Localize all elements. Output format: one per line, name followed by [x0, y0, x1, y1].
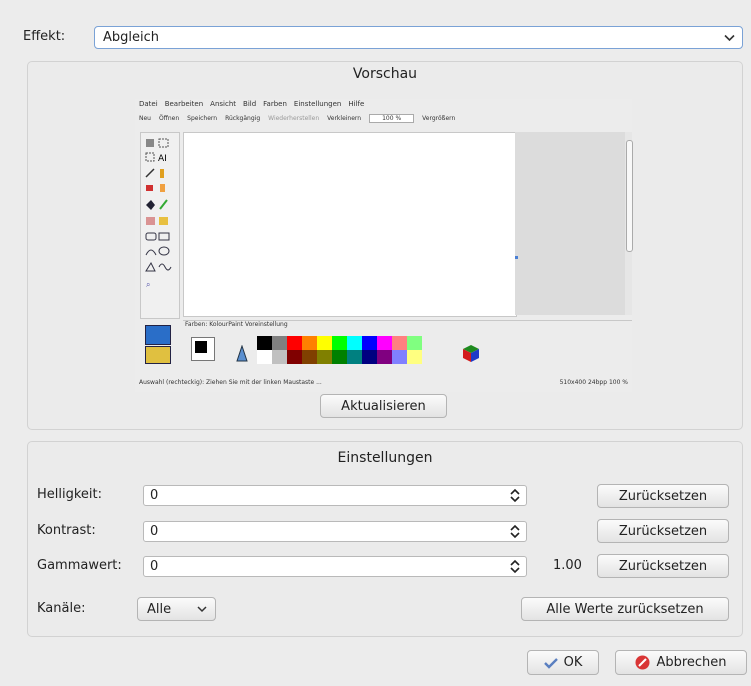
palette-swatch	[272, 336, 287, 350]
preview-canvas-bg	[515, 132, 625, 315]
preview-toolbar-item: Rückgängig	[225, 115, 261, 122]
ok-button[interactable]: OK	[527, 650, 599, 675]
gamma-spinbox[interactable]: 0	[143, 556, 527, 577]
update-button-label: Aktualisieren	[341, 398, 426, 414]
svg-text:⌕: ⌕	[146, 280, 150, 289]
reset-button-label: Zurücksetzen	[618, 488, 708, 504]
ok-label: OK	[563, 655, 583, 670]
palette-swatch	[257, 350, 272, 364]
channels-combobox[interactable]: Alle	[137, 597, 216, 621]
preview-menubar: Datei Bearbeiten Ansicht Bild Farben Ein…	[139, 100, 364, 108]
preview-toolbar-item: Speichern	[187, 115, 218, 122]
palette-swatch	[317, 336, 332, 350]
preview-zoom-field: 100 %	[369, 114, 415, 123]
palette-swatch	[377, 336, 392, 350]
contrast-label: Kontrast:	[37, 523, 96, 538]
preview-statusbar: Auswahl (rechteckig): Ziehen Sie mit der…	[135, 379, 632, 391]
gamma-label: Gammawert:	[37, 558, 122, 573]
cancel-label: Abbrechen	[656, 655, 727, 670]
preview-menu-item: Hilfe	[348, 100, 365, 108]
settings-title: Einstellungen	[337, 450, 433, 466]
palette-swatch	[287, 350, 302, 364]
preview-thumbnail	[145, 346, 171, 364]
channels-label: Kanäle:	[37, 601, 86, 616]
palette-swatch	[407, 350, 422, 364]
palette-swatch	[257, 336, 272, 350]
palette-swatch	[362, 350, 377, 364]
spin-arrows-icon	[510, 524, 520, 539]
effekt-value: Abgleich	[103, 30, 160, 45]
tool-icons: AI ⌕	[145, 138, 172, 289]
palette-swatch	[317, 350, 332, 364]
preview-toolbar-item: Öffnen	[158, 115, 180, 122]
gamma-extra: 1.00	[553, 558, 582, 573]
gamma-reset-button[interactable]: Zurücksetzen	[597, 554, 729, 578]
reset-all-button[interactable]: Alle Werte zurücksetzen	[521, 597, 729, 621]
palette-swatch	[332, 336, 347, 350]
brightness-value: 0	[150, 488, 159, 503]
palette-swatch	[407, 336, 422, 350]
chevron-down-icon	[197, 606, 207, 613]
brightness-spinbox[interactable]: 0	[143, 485, 527, 506]
preview-canvas	[183, 132, 517, 317]
preview-menu-item: Ansicht	[210, 100, 237, 108]
palette-swatch	[302, 336, 317, 350]
palette-swatch	[287, 336, 302, 350]
color-picker-icon	[236, 345, 248, 362]
effekt-label: Effekt:	[23, 29, 65, 44]
preview-image: Datei Bearbeiten Ansicht Bild Farben Ein…	[135, 99, 633, 392]
cancel-icon	[635, 655, 650, 670]
preview-toolbar: Neu Öffnen Speichern Rückgängig Wiederhe…	[135, 111, 632, 126]
effekt-label-text: Effekt:	[23, 29, 66, 44]
palette-swatch	[392, 350, 407, 364]
preview-toolbar-item: Verkleinern	[327, 115, 362, 122]
preview-title: Vorschau	[352, 66, 418, 82]
preview-status-right: 510x400 24bpp 100 %	[559, 379, 628, 386]
preview-thumbnail	[145, 325, 171, 345]
preview-toolbar-item: Vergrößern	[422, 115, 456, 122]
contrast-value: 0	[150, 524, 159, 539]
update-button[interactable]: Aktualisieren	[320, 394, 447, 418]
effekt-combobox[interactable]: Abgleich	[94, 26, 743, 49]
preview-toolbar-item: Wiederherstellen	[268, 115, 320, 122]
preview-menu-item: Farben	[263, 100, 287, 108]
contrast-spinbox[interactable]: 0	[143, 521, 527, 542]
svg-text:AI: AI	[158, 154, 167, 164]
color-cube-icon	[463, 345, 479, 362]
contrast-reset-button[interactable]: Zurücksetzen	[597, 519, 729, 543]
brightness-reset-button[interactable]: Zurücksetzen	[597, 484, 729, 508]
palette-swatch	[362, 336, 377, 350]
preview-scrollbar	[625, 132, 633, 315]
preview-toolbar-item: Neu	[139, 115, 151, 122]
palette-swatch	[347, 350, 362, 364]
brightness-label: Helligkeit:	[37, 487, 103, 502]
preview-menu-item: Bearbeiten	[164, 100, 204, 108]
palette-swatch	[392, 336, 407, 350]
reset-all-label: Alle Werte zurücksetzen	[546, 601, 704, 617]
checkmark-icon	[543, 657, 558, 669]
cancel-button[interactable]: Abbrechen	[615, 650, 747, 675]
gamma-value: 0	[150, 559, 159, 574]
palette-swatch	[272, 350, 287, 364]
spin-arrows-icon	[510, 488, 520, 503]
palette-swatch	[347, 336, 362, 350]
palette-swatch	[302, 350, 317, 364]
palette-swatch	[377, 350, 392, 364]
preview-status-left: Auswahl (rechteckig): Ziehen Sie mit der…	[139, 379, 322, 386]
preview-colors-label: Farben: KolourPaint Voreinstellung	[185, 321, 288, 328]
preview-toolbox: AI ⌕	[140, 132, 180, 319]
chevron-down-icon	[724, 34, 735, 42]
channels-value: Alle	[147, 601, 172, 617]
preview-palette-area: Farben: KolourPaint Voreinstellung	[183, 320, 632, 377]
preview-menu-item: Einstellungen	[293, 100, 342, 108]
reset-button-label: Zurücksetzen	[618, 558, 708, 574]
preview-menu-item: Datei	[139, 100, 158, 108]
preview-menu-item: Bild	[243, 100, 257, 108]
reset-button-label: Zurücksetzen	[618, 523, 708, 539]
palette-swatch	[332, 350, 347, 364]
spin-arrows-icon	[510, 559, 520, 574]
